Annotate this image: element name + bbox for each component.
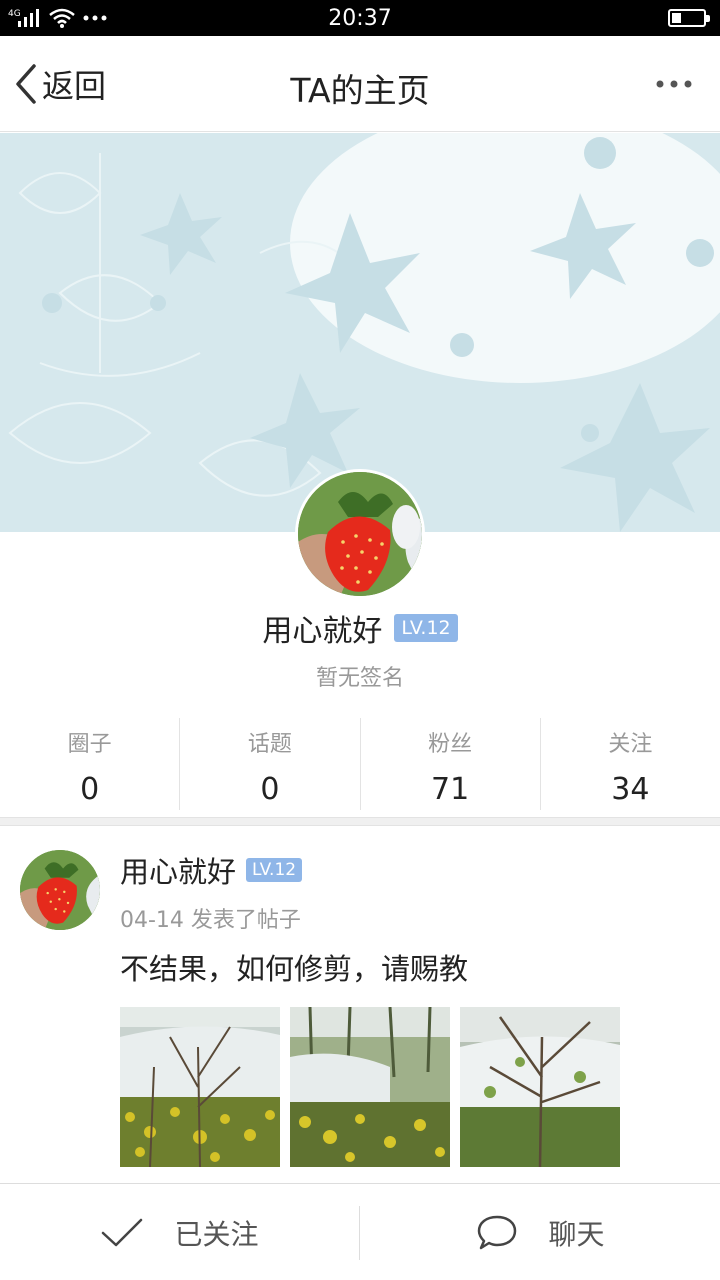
chat-bubble-icon — [478, 1215, 517, 1249]
stat-topics[interactable]: 话题 0 — [180, 718, 361, 810]
post-author-name[interactable]: 用心就好 — [120, 849, 236, 891]
profile-name-row: 用心就好 LV.12 — [0, 608, 720, 649]
post-level-badge: LV.12 — [246, 858, 303, 882]
post-card[interactable]: 用心就好 LV.12 04-14 发表了帖子 不结果，如何修剪，请赐教 — [0, 826, 720, 1182]
profile-avatar[interactable] — [295, 469, 425, 599]
stat-value: 34 — [611, 772, 650, 807]
garden-photo — [290, 1007, 450, 1167]
checkmark-icon — [102, 1218, 143, 1246]
stat-following[interactable]: 关注 34 — [541, 718, 720, 810]
stat-value: 0 — [260, 772, 280, 807]
profile-name: 用心就好 — [262, 614, 383, 649]
post-title[interactable]: 不结果，如何修剪，请赐教 — [120, 946, 468, 988]
stats-row: 圈子 0 话题 0 粉丝 71 关注 34 — [0, 718, 720, 810]
battery-icon — [668, 9, 710, 27]
post-author-row: 用心就好 LV.12 — [120, 849, 303, 891]
strawberry-avatar-image — [20, 850, 100, 930]
status-bar: 4G 20:37 — [0, 0, 720, 36]
strawberry-avatar-image — [298, 472, 422, 596]
battery-level — [672, 13, 681, 23]
follow-label: 已关注 — [174, 1217, 259, 1251]
stat-value: 71 — [431, 772, 470, 807]
garden-photo — [460, 1007, 620, 1167]
garden-photo — [120, 1007, 280, 1167]
status-time: 20:37 — [328, 6, 392, 31]
bottom-divider — [359, 1206, 360, 1260]
stat-circles[interactable]: 圈子 0 — [0, 718, 181, 810]
bottom-action-bar: 已关注 聊天 — [0, 1183, 720, 1280]
chat-button[interactable]: 聊天 — [361, 1184, 720, 1280]
follow-button[interactable]: 已关注 — [0, 1184, 359, 1280]
chat-label: 聊天 — [548, 1217, 605, 1251]
stat-label: 粉丝 — [428, 732, 473, 757]
stat-value: 0 — [80, 772, 100, 807]
profile-signature: 暂无签名 — [315, 666, 404, 691]
post-image[interactable] — [460, 1007, 620, 1167]
stat-fans[interactable]: 粉丝 71 — [361, 718, 541, 810]
post-images — [120, 1007, 620, 1167]
post-author-avatar[interactable] — [20, 850, 100, 930]
level-badge: LV.12 — [394, 614, 458, 642]
nav-bar: 返回 TA的主页 — [0, 36, 720, 132]
post-meta: 04-14 发表了帖子 — [120, 908, 301, 933]
more-dots-icon — [656, 80, 692, 88]
post-image[interactable] — [120, 1007, 280, 1167]
stat-label: 关注 — [608, 732, 653, 757]
page-title: TA的主页 — [290, 71, 430, 110]
section-divider — [0, 817, 720, 826]
post-image[interactable] — [290, 1007, 450, 1167]
back-label: 返回 — [42, 67, 107, 105]
more-button[interactable] — [654, 76, 694, 92]
stat-label: 话题 — [247, 732, 292, 757]
back-button[interactable]: 返回 — [12, 60, 106, 108]
back-arrow-icon — [16, 64, 36, 104]
stat-label: 圈子 — [67, 732, 112, 757]
